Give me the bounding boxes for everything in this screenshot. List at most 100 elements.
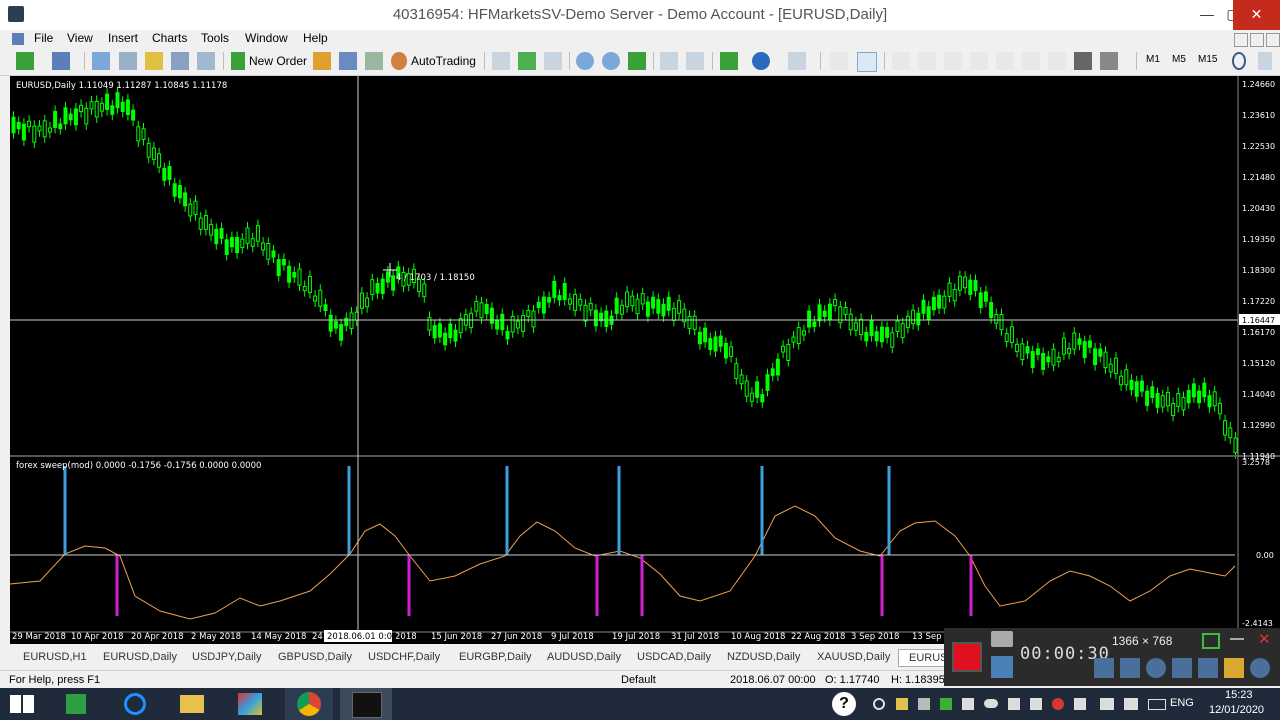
network-icon[interactable] xyxy=(1100,698,1114,710)
tab-usdcad-daily[interactable]: USDCAD,Daily xyxy=(637,651,711,663)
chart-window[interactable]: EURUSD,Daily 1.11049 1.11287 1.10845 1.1… xyxy=(10,76,1280,644)
auto-scroll-icon[interactable] xyxy=(686,52,704,70)
photo-app-icon[interactable] xyxy=(226,688,274,720)
tray-app-icon-7[interactable] xyxy=(1052,698,1064,710)
child-close-button[interactable] xyxy=(1266,33,1280,47)
menu-tools[interactable]: Tools xyxy=(201,31,229,45)
record-stop-button[interactable] xyxy=(952,642,982,672)
trendline-icon[interactable] xyxy=(944,52,962,70)
signals-icon[interactable] xyxy=(365,52,383,70)
tab-gbpusd-daily[interactable]: GBPUSD,Daily xyxy=(278,651,352,663)
tab-audusd-daily[interactable]: AUDUSD,Daily xyxy=(547,651,621,663)
data-window-icon[interactable] xyxy=(145,52,163,70)
timeframe-m5[interactable]: M5 xyxy=(1172,54,1186,65)
autotrading-icon[interactable] xyxy=(391,52,407,70)
zoom-out-icon[interactable] xyxy=(602,52,620,70)
menu-help[interactable]: Help xyxy=(303,31,328,45)
battery-icon[interactable] xyxy=(1148,699,1166,710)
zoom-in-icon[interactable] xyxy=(576,52,594,70)
tab-eurgbp-daily[interactable]: EURGBP,Daily xyxy=(459,651,532,663)
store-icon[interactable] xyxy=(52,688,100,720)
tray-app-icon-1[interactable] xyxy=(896,698,908,710)
fibonacci-icon[interactable] xyxy=(996,52,1014,70)
chat-icon[interactable] xyxy=(1258,52,1272,70)
tray-app-icon-5[interactable] xyxy=(1008,698,1020,710)
profiles-icon[interactable] xyxy=(52,52,70,70)
meta-editor-icon[interactable] xyxy=(339,52,357,70)
child-minimize-button[interactable] xyxy=(1234,33,1248,47)
tray-app-icon-6[interactable] xyxy=(1030,698,1042,710)
chart-shift-icon[interactable] xyxy=(660,52,678,70)
tray-app-icon-4[interactable] xyxy=(962,698,974,710)
tab-usdchf-daily[interactable]: USDCHF,Daily xyxy=(368,651,440,663)
tab-eurusd-h1[interactable]: EURUSD,H1 xyxy=(23,651,87,663)
menu-file[interactable]: File xyxy=(34,31,53,45)
search-icon[interactable] xyxy=(1232,52,1246,70)
windows-start-icon[interactable] xyxy=(10,695,34,713)
terminal-icon[interactable] xyxy=(171,52,189,70)
vertical-line-icon[interactable] xyxy=(892,52,910,70)
internet-explorer-icon[interactable] xyxy=(110,688,158,720)
new-order-button[interactable]: New Order xyxy=(249,54,307,68)
bar-chart-icon[interactable] xyxy=(492,52,510,70)
onedrive-icon[interactable] xyxy=(984,699,998,708)
periods-icon[interactable] xyxy=(752,52,770,70)
camera-icon[interactable] xyxy=(991,631,1013,647)
arrows-icon[interactable] xyxy=(1074,52,1092,70)
crosshair-icon[interactable] xyxy=(857,52,877,72)
tray-app-icon-8[interactable] xyxy=(1074,698,1086,710)
pen-icon[interactable] xyxy=(1198,658,1218,678)
timeframe-m1[interactable]: M1 xyxy=(1146,54,1160,65)
tray-app-icon-2[interactable] xyxy=(918,698,930,710)
language-indicator[interactable]: ENG xyxy=(1170,697,1194,709)
pause-button[interactable] xyxy=(991,656,1013,678)
autotrading-button[interactable]: AutoTrading xyxy=(411,54,476,68)
webcam-icon[interactable] xyxy=(1146,658,1166,678)
navigator-icon[interactable] xyxy=(119,52,137,70)
indicators-icon[interactable] xyxy=(720,52,738,70)
settings-gear-icon[interactable] xyxy=(1250,658,1270,678)
new-order-icon[interactable] xyxy=(231,52,245,70)
shapes-icon[interactable] xyxy=(1100,52,1118,70)
widget-close-icon[interactable]: ✕ xyxy=(1258,630,1271,648)
tray-app-icon-3[interactable] xyxy=(940,698,952,710)
tile-windows-icon[interactable] xyxy=(628,52,646,70)
equidistant-channel-icon[interactable] xyxy=(970,52,988,70)
tab-usdjpy-daily[interactable]: USDJPY,Daily xyxy=(192,651,262,663)
menu-window[interactable]: Window xyxy=(245,31,288,45)
new-chart-icon[interactable] xyxy=(16,52,34,70)
candle-chart-icon[interactable] xyxy=(518,52,536,70)
close-button[interactable]: ✕ xyxy=(1233,0,1280,30)
clock-date[interactable]: 12/01/2020 xyxy=(1209,704,1264,716)
market-watch-icon[interactable] xyxy=(92,52,110,70)
tab-xauusd-daily[interactable]: XAUUSD,Daily xyxy=(817,651,890,663)
metatrader-icon[interactable] xyxy=(340,688,392,720)
speaker-icon[interactable] xyxy=(1094,658,1114,678)
child-restore-button[interactable] xyxy=(1250,33,1264,47)
tab-eurusd-daily[interactable]: EURUSD,Daily xyxy=(103,651,177,663)
folder-icon[interactable] xyxy=(1224,658,1244,678)
timeframe-m15[interactable]: M15 xyxy=(1198,54,1217,65)
cursor-highlight-icon[interactable] xyxy=(1172,658,1192,678)
tester-icon[interactable] xyxy=(197,52,215,70)
cursor-icon[interactable] xyxy=(830,52,848,70)
record-tray-icon[interactable] xyxy=(873,698,885,710)
volume-icon[interactable] xyxy=(1124,698,1138,710)
tab-nzdusd-daily[interactable]: NZDUSD,Daily xyxy=(727,651,800,663)
microphone-icon[interactable] xyxy=(1120,658,1140,678)
menu-view[interactable]: View xyxy=(67,31,93,45)
help-icon[interactable]: ? xyxy=(832,692,856,716)
file-explorer-icon[interactable] xyxy=(168,688,216,720)
widget-minimize-icon[interactable] xyxy=(1230,638,1244,640)
line-chart-icon[interactable] xyxy=(544,52,562,70)
chrome-icon[interactable] xyxy=(285,688,333,720)
text-icon[interactable] xyxy=(1022,52,1040,70)
menu-insert[interactable]: Insert xyxy=(108,31,138,45)
text-label-icon[interactable] xyxy=(1048,52,1066,70)
expert-icon[interactable] xyxy=(313,52,331,70)
fullscreen-icon[interactable] xyxy=(1202,633,1220,649)
templates-icon[interactable] xyxy=(788,52,806,70)
clock-time[interactable]: 15:23 xyxy=(1225,689,1253,701)
menu-charts[interactable]: Charts xyxy=(152,31,187,45)
horizontal-line-icon[interactable] xyxy=(918,52,936,70)
